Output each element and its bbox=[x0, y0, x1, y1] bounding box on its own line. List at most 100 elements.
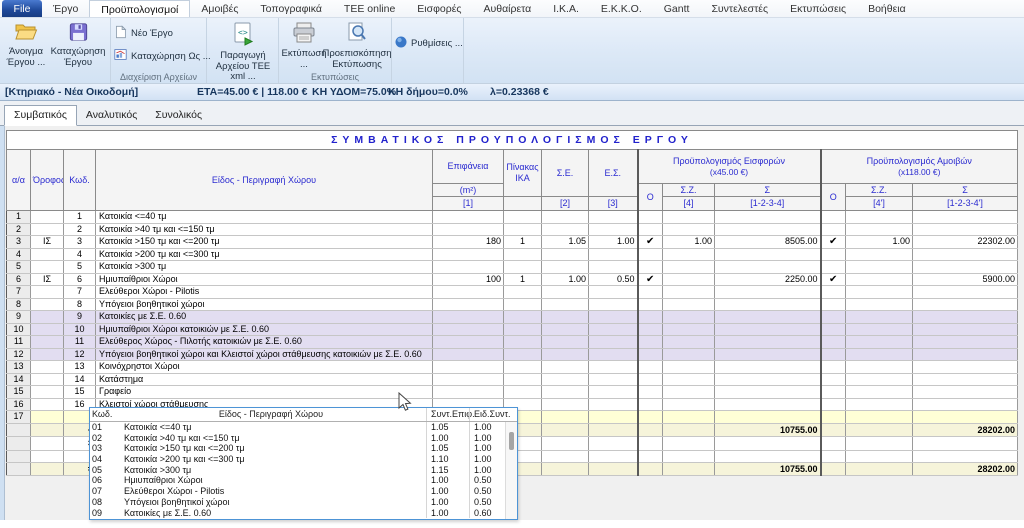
cell-sz4p[interactable] bbox=[846, 298, 913, 311]
cell-check-contrib[interactable] bbox=[638, 211, 663, 224]
cell-area[interactable] bbox=[433, 211, 504, 224]
cell-sz4p[interactable] bbox=[846, 223, 913, 236]
cell-check-contrib[interactable] bbox=[638, 223, 663, 236]
dropdown-option-04[interactable]: 04Κατοικία >200 τμ και <=300 τμ1.101.00 bbox=[90, 454, 517, 465]
cell-floor[interactable] bbox=[31, 386, 64, 399]
cell-code[interactable]: 15 bbox=[64, 386, 96, 399]
cell-floor[interactable] bbox=[31, 298, 64, 311]
cell-sz4p[interactable] bbox=[846, 261, 913, 274]
cell-check-fees[interactable] bbox=[821, 298, 846, 311]
cell-sz4p[interactable] bbox=[846, 211, 913, 224]
cell-floor[interactable] bbox=[31, 248, 64, 261]
cell-desc[interactable]: Υπόγειοι βοηθητικοί χώροι και Κλειστοί χ… bbox=[96, 348, 433, 361]
cell-sz4p[interactable] bbox=[846, 311, 913, 324]
cell-es[interactable]: 1.00 bbox=[589, 236, 638, 249]
cell-code[interactable]: 14 bbox=[64, 373, 96, 386]
cell-ika[interactable] bbox=[504, 211, 542, 224]
ribbon-tab-αυθαίρετα[interactable]: Αυθαίρετα bbox=[472, 0, 542, 17]
cell-se[interactable] bbox=[542, 248, 589, 261]
cell-desc[interactable]: Κατοικία >200 τμ και <=300 τμ bbox=[96, 248, 433, 261]
cell-check-fees[interactable] bbox=[821, 261, 846, 274]
cell-check-contrib[interactable] bbox=[638, 348, 663, 361]
cell-se[interactable] bbox=[542, 411, 589, 424]
cell-sz4[interactable] bbox=[663, 261, 715, 274]
cell-check-contrib[interactable] bbox=[638, 311, 663, 324]
cell-check-contrib[interactable] bbox=[638, 361, 663, 374]
cell-sz4[interactable] bbox=[663, 398, 715, 411]
cell-desc[interactable]: Κατοικία >40 τμ και <=150 τμ bbox=[96, 223, 433, 236]
cell-ika[interactable] bbox=[504, 311, 542, 324]
cell-check-contrib[interactable] bbox=[638, 323, 663, 336]
save-project-button[interactable]: Καταχώρηση Έργου bbox=[49, 20, 107, 70]
cell-sz4[interactable] bbox=[663, 298, 715, 311]
cell-sz4p[interactable] bbox=[846, 248, 913, 261]
cell-code[interactable]: 3 bbox=[64, 236, 96, 249]
cell-area[interactable] bbox=[433, 223, 504, 236]
cell-sz4p[interactable] bbox=[846, 286, 913, 299]
new-project-button[interactable]: Νέο Έργο bbox=[114, 25, 203, 42]
cell-ika[interactable] bbox=[504, 373, 542, 386]
cell-area[interactable] bbox=[433, 373, 504, 386]
cell-se[interactable]: 1.00 bbox=[542, 273, 589, 286]
settings-button[interactable]: Ρυθμίσεις ... bbox=[395, 36, 460, 51]
cell-area[interactable]: 180 bbox=[433, 236, 504, 249]
cell-es[interactable]: 0.50 bbox=[589, 273, 638, 286]
cell-sz4p[interactable] bbox=[846, 373, 913, 386]
cell-check-contrib[interactable] bbox=[638, 386, 663, 399]
cell-check-fees[interactable] bbox=[821, 286, 846, 299]
cell-se[interactable] bbox=[542, 261, 589, 274]
cell-sz4p[interactable] bbox=[846, 273, 913, 286]
ribbon-tab-βοήθεια[interactable]: Βοήθεια bbox=[857, 0, 917, 17]
cell-ika[interactable] bbox=[504, 348, 542, 361]
cell-ika[interactable] bbox=[504, 261, 542, 274]
cell-check-contrib[interactable] bbox=[638, 411, 663, 424]
cell-floor[interactable] bbox=[31, 373, 64, 386]
ribbon-tab-τοπογραφικά[interactable]: Τοπογραφικά bbox=[249, 0, 333, 17]
cell-sz4p[interactable] bbox=[846, 336, 913, 349]
cell-sz4[interactable] bbox=[663, 386, 715, 399]
cell-check-fees[interactable] bbox=[821, 336, 846, 349]
cell-area[interactable] bbox=[433, 386, 504, 399]
cell-area[interactable] bbox=[433, 311, 504, 324]
cell-se[interactable] bbox=[542, 311, 589, 324]
cell-code[interactable]: 6 bbox=[64, 273, 96, 286]
cell-floor[interactable]: ΙΣ bbox=[31, 236, 64, 249]
cell-ika[interactable] bbox=[504, 323, 542, 336]
cell-check-fees[interactable] bbox=[821, 411, 846, 424]
cell-check-fees[interactable] bbox=[821, 248, 846, 261]
cell-sz4[interactable] bbox=[663, 336, 715, 349]
cell-desc[interactable]: Ελεύθεροι Χώροι - Pilotis bbox=[96, 286, 433, 299]
cell-check-fees[interactable] bbox=[821, 348, 846, 361]
cell-code[interactable]: 5 bbox=[64, 261, 96, 274]
cell-code[interactable]: 7 bbox=[64, 286, 96, 299]
cell-desc[interactable]: Ημιυπαίθριοι Χώροι κατοικιών με Σ.Ε. 0.6… bbox=[96, 323, 433, 336]
cell-check-contrib[interactable]: ✔ bbox=[638, 236, 663, 249]
cell-es[interactable] bbox=[589, 211, 638, 224]
cell-es[interactable] bbox=[589, 286, 638, 299]
cell-check-fees[interactable] bbox=[821, 361, 846, 374]
cell-se[interactable] bbox=[542, 223, 589, 236]
cell-es[interactable] bbox=[589, 336, 638, 349]
cell-sz4[interactable] bbox=[663, 223, 715, 236]
cell-floor[interactable] bbox=[31, 361, 64, 374]
ribbon-tab-συντελεστές[interactable]: Συντελεστές bbox=[700, 0, 779, 17]
cell-check-fees[interactable] bbox=[821, 398, 846, 411]
cell-check-fees[interactable] bbox=[821, 386, 846, 399]
cell-desc[interactable]: Ημιυπαίθριοι Χώροι bbox=[96, 273, 433, 286]
cell-code[interactable]: 2 bbox=[64, 223, 96, 236]
cell-desc[interactable]: Κατάστημα bbox=[96, 373, 433, 386]
cell-sz4[interactable] bbox=[663, 286, 715, 299]
cell-sz4[interactable] bbox=[663, 323, 715, 336]
cell-se[interactable] bbox=[542, 386, 589, 399]
cell-check-fees[interactable]: ✔ bbox=[821, 236, 846, 249]
cell-ika[interactable] bbox=[504, 286, 542, 299]
cell-check-fees[interactable] bbox=[821, 323, 846, 336]
cell-es[interactable] bbox=[589, 411, 638, 424]
dropdown-option-09[interactable]: 09Κατοικίες με Σ.Ε. 0.601.000.60 bbox=[90, 508, 517, 519]
cell-se[interactable] bbox=[542, 211, 589, 224]
cell-ika[interactable] bbox=[504, 298, 542, 311]
cell-code[interactable]: 11 bbox=[64, 336, 96, 349]
ribbon-tab-εισφορές[interactable]: Εισφορές bbox=[406, 0, 472, 17]
cell-sz4[interactable] bbox=[663, 311, 715, 324]
ribbon-tab-ε-κ-κ-ο-[interactable]: Ε.Κ.Κ.Ο. bbox=[590, 0, 653, 17]
